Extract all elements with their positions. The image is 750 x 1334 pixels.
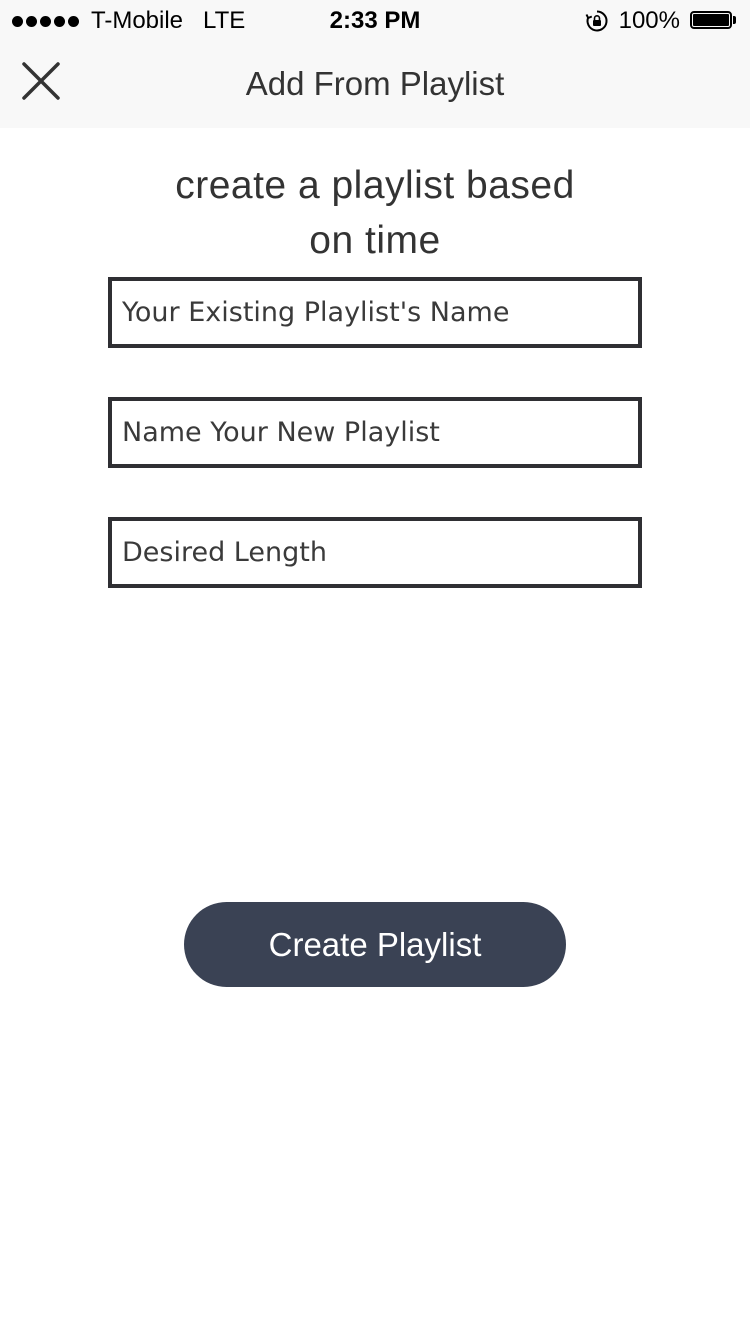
rotation-lock-icon (585, 10, 608, 32)
desired-length-field (108, 517, 642, 588)
headline-line-1: create a playlist based (175, 164, 575, 207)
nav-bar: Add From Playlist (0, 40, 750, 128)
battery-icon (690, 11, 738, 31)
new-playlist-name-input[interactable] (112, 401, 638, 464)
page-title: Add From Playlist (245, 65, 505, 102)
battery-percent: 100% (618, 7, 680, 34)
existing-playlist-input[interactable] (112, 281, 638, 344)
create-playlist-button[interactable]: Create Playlist (184, 902, 566, 987)
existing-playlist-field (108, 277, 642, 348)
headline: create a playlist based on time (0, 158, 750, 268)
status-bar: T-Mobile LTE 2:33 PM 100% (0, 0, 750, 40)
new-playlist-field (108, 397, 642, 468)
desired-length-input[interactable] (112, 521, 638, 584)
status-right: 100% (585, 7, 738, 35)
headline-line-2: on time (309, 219, 441, 262)
